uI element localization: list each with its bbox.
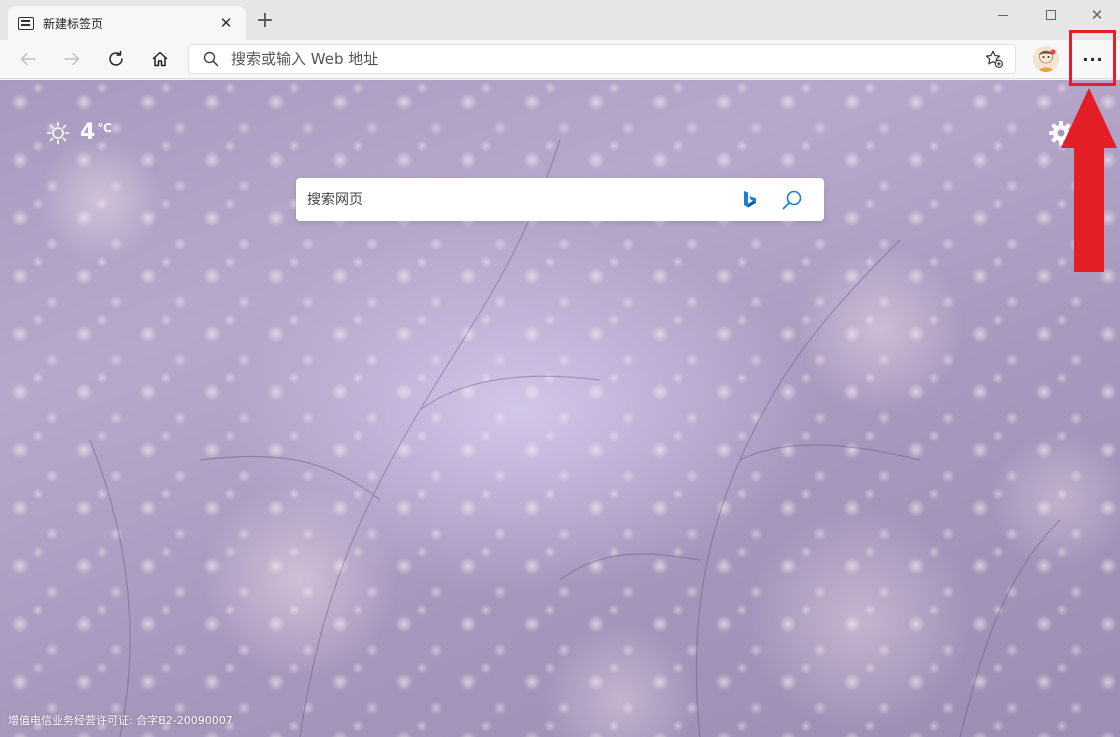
avatar-icon [1033, 46, 1059, 72]
web-search-input[interactable] [296, 191, 742, 208]
home-icon [152, 51, 168, 67]
bing-logo-icon [742, 189, 762, 211]
search-submit-button[interactable] [780, 188, 804, 212]
maximize-button[interactable] [1028, 2, 1074, 28]
arrow-left-icon [20, 52, 36, 66]
tab-bar: 新建标签页 ✕ + ✕ [0, 0, 1120, 40]
refresh-button[interactable] [101, 44, 131, 74]
weather-temperature: 4 [80, 120, 96, 145]
browser-window: 新建标签页 ✕ + ✕ 搜索或输入 Web 地址 ··· 4 ℃ 搜索网页 增值… [0, 0, 1120, 737]
profile-avatar[interactable] [1033, 46, 1059, 72]
minimize-button[interactable] [980, 2, 1026, 28]
minimize-icon [998, 14, 1008, 16]
annotation-arrow [1061, 88, 1117, 272]
annotation-highlight-box [1069, 30, 1116, 86]
navigation-toolbar: ··· [0, 40, 1120, 79]
search-icon [782, 190, 802, 209]
add-favorite-button[interactable] [981, 46, 1007, 72]
forward-button[interactable] [57, 44, 87, 74]
weather-unit: ℃ [97, 120, 112, 135]
maximize-icon [1046, 10, 1056, 20]
search-icon [203, 51, 219, 67]
address-input[interactable] [231, 50, 981, 68]
tab-close-button[interactable]: ✕ [216, 13, 236, 33]
tab-new-tab[interactable]: 新建标签页 ✕ [8, 6, 246, 40]
new-tab-page: 4 ℃ 搜索网页 增值电信业务经营许可证: 合字B2-20090007 [0, 80, 1120, 737]
home-button[interactable] [145, 44, 175, 74]
sun-icon [46, 121, 70, 144]
license-text: 增值电信业务经营许可证: 合字B2-20090007 [8, 714, 233, 727]
refresh-icon [109, 50, 123, 66]
web-search-box [296, 178, 824, 221]
weather-widget[interactable]: 4 ℃ [46, 120, 112, 145]
new-tab-button[interactable]: + [254, 10, 276, 33]
back-button[interactable] [13, 44, 43, 74]
tab-title: 新建标签页 [43, 16, 104, 31]
arrow-right-icon [64, 52, 80, 66]
address-bar[interactable] [188, 44, 1016, 74]
window-close-button[interactable]: ✕ [1074, 2, 1120, 28]
star-add-icon [985, 50, 1003, 68]
new-tab-page-icon [18, 16, 34, 30]
